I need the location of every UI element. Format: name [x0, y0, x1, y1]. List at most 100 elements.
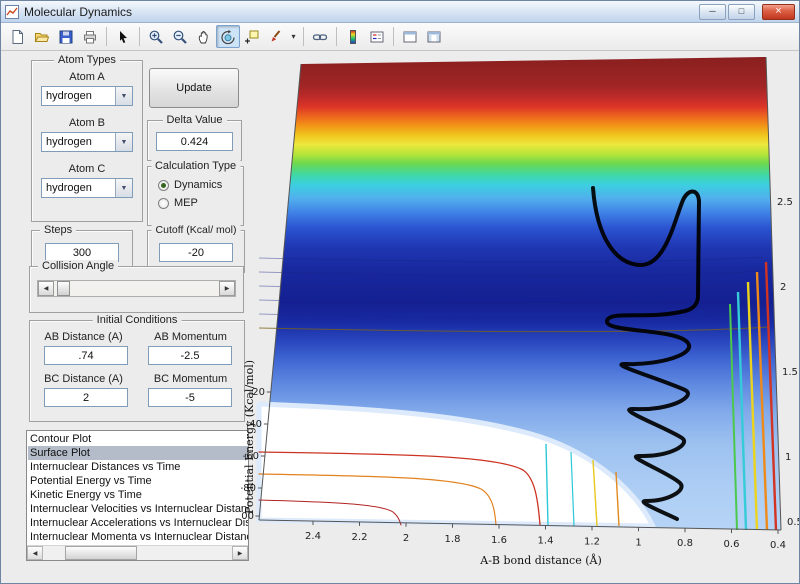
svg-text:0.5: 0.5 — [787, 517, 800, 528]
atom-a-label: Atom A — [32, 71, 142, 83]
ab-distance-label: AB Distance (A) — [30, 331, 137, 343]
svg-text:1: 1 — [635, 538, 641, 549]
insert-legend-icon[interactable] — [365, 25, 389, 48]
radio-mep-label: MEP — [174, 197, 198, 209]
slider-thumb[interactable] — [57, 281, 70, 296]
chevron-down-icon[interactable]: ▼ — [115, 87, 132, 105]
list-item[interactable]: Internuclear Accelerations vs Internucle… — [28, 516, 248, 530]
collision-angle-slider[interactable]: ◀ ▶ — [37, 280, 236, 297]
list-item[interactable]: Internuclear Momenta vs Internuclear Dis… — [28, 530, 248, 544]
chevron-down-icon[interactable]: ▼ — [115, 133, 132, 151]
ab-distance-field[interactable]: .74 — [44, 346, 128, 365]
svg-text:1.4: 1.4 — [538, 536, 554, 547]
bc-distance-label: BC Distance (A) — [30, 373, 137, 385]
delta-value-field[interactable]: 0.424 — [156, 132, 233, 151]
atom-types-title: Atom Types — [54, 54, 120, 66]
toolbar-separator — [303, 27, 304, 46]
atom-c-select[interactable]: hydrogen ▼ — [41, 178, 133, 198]
delta-value-panel: Delta Value 0.424 — [147, 120, 242, 161]
rotate-3d-icon[interactable] — [216, 25, 240, 48]
svg-text:0.6: 0.6 — [724, 539, 740, 550]
svg-text:2.4: 2.4 — [305, 531, 321, 542]
list-item[interactable]: Potential Energy vs Time — [28, 474, 248, 488]
hide-plot-tools-icon[interactable] — [398, 25, 422, 48]
svg-text:1.6: 1.6 — [491, 535, 507, 546]
zoom-out-icon[interactable] — [168, 25, 192, 48]
titlebar[interactable]: Molecular Dynamics ─ □ × — [1, 1, 799, 23]
list-item[interactable]: Internuclear Distances vs Time — [28, 460, 248, 474]
cutoff-title: Cutoff (Kcal/ mol) — [152, 224, 241, 236]
list-item[interactable]: Contour Plot — [28, 432, 248, 446]
atom-b-select[interactable]: hydrogen ▼ — [41, 132, 133, 152]
svg-text:0.8: 0.8 — [677, 538, 693, 549]
radio-dot-off[interactable] — [158, 198, 169, 209]
atom-c-label: Atom C — [32, 163, 142, 175]
plot-type-listbox[interactable]: Contour Plot Surface Plot Internuclear D… — [26, 430, 249, 561]
maximize-button[interactable]: □ — [728, 4, 755, 20]
horizontal-scrollbar[interactable]: ◀ ▶ — [27, 545, 248, 560]
edit-plot-icon[interactable] — [111, 25, 135, 48]
bc-momentum-label: BC Momentum — [137, 373, 244, 385]
x-axis-label: A-B bond distance (Å) — [479, 553, 602, 567]
scrollbar-thumb[interactable] — [65, 546, 137, 560]
plot-canvas[interactable]: 2.4 2.2 2 1.8 1.6 1.4 1.2 1 0.8 0.6 0.4 — [241, 52, 800, 584]
figure-toolbar: ▾ — [1, 23, 799, 51]
show-plot-tools-icon[interactable] — [422, 25, 446, 48]
brush-data-icon[interactable] — [264, 25, 288, 48]
initial-conditions-panel: Initial Conditions AB Distance (A) AB Mo… — [29, 320, 245, 422]
svg-text:2: 2 — [780, 282, 786, 293]
radio-mep[interactable]: MEP — [158, 197, 243, 209]
svg-text:1.5: 1.5 — [782, 367, 798, 378]
list-item[interactable]: Internuclear Velocities vs Internuclear … — [28, 502, 248, 516]
figure-content: Atom Types Atom A hydrogen ▼ Atom B hydr… — [1, 52, 799, 583]
open-file-icon[interactable] — [30, 25, 54, 48]
radio-dynamics-label: Dynamics — [174, 179, 222, 191]
slider-left-arrow-icon[interactable]: ◀ — [38, 281, 54, 296]
atom-a-select[interactable]: hydrogen ▼ — [41, 86, 133, 106]
brush-dropdown-icon[interactable]: ▾ — [288, 25, 299, 48]
ab-momentum-field[interactable]: -2.5 — [148, 346, 232, 365]
svg-text:2.5: 2.5 — [777, 197, 793, 208]
delta-value-title: Delta Value — [162, 114, 226, 126]
bc-momentum-field[interactable]: -5 — [148, 388, 232, 407]
svg-text:2.2: 2.2 — [352, 532, 368, 543]
slider-right-arrow-icon[interactable]: ▶ — [219, 281, 235, 296]
window-title: Molecular Dynamics — [24, 5, 132, 19]
svg-text:0.4: 0.4 — [770, 540, 786, 551]
list-item-selected[interactable]: Surface Plot — [28, 446, 248, 460]
save-figure-icon[interactable] — [54, 25, 78, 48]
insert-colorbar-icon[interactable] — [341, 25, 365, 48]
calculation-type-title: Calculation Type — [151, 160, 240, 172]
z-axis-label: Potential Energy (Kcal/mol) — [243, 360, 256, 514]
collision-angle-title: Collision Angle — [38, 260, 118, 272]
svg-text:1.8: 1.8 — [445, 534, 461, 545]
link-plot-icon[interactable] — [308, 25, 332, 48]
ab-momentum-label: AB Momentum — [137, 331, 244, 343]
svg-text:1: 1 — [785, 452, 791, 463]
radio-dynamics[interactable]: Dynamics — [158, 179, 243, 191]
toolbar-separator — [106, 27, 107, 46]
initial-conditions-title: Initial Conditions — [93, 314, 182, 326]
app-icon — [5, 5, 19, 19]
scrollbar-track[interactable] — [137, 546, 232, 560]
zoom-in-icon[interactable] — [144, 25, 168, 48]
radio-dot-on[interactable] — [158, 180, 169, 191]
cutoff-field[interactable]: -20 — [159, 243, 233, 262]
chevron-down-icon[interactable]: ▼ — [115, 179, 132, 197]
pan-icon[interactable] — [192, 25, 216, 48]
update-button[interactable]: Update — [149, 68, 239, 108]
close-button[interactable]: × — [762, 4, 795, 20]
toolbar-separator — [336, 27, 337, 46]
print-figure-icon[interactable] — [78, 25, 102, 48]
atom-b-label: Atom B — [32, 117, 142, 129]
calculation-type-panel: Calculation Type Dynamics MEP — [147, 166, 244, 226]
data-cursor-icon[interactable] — [240, 25, 264, 48]
new-figure-icon[interactable] — [6, 25, 30, 48]
depth-tick-labels: 2.5 2 1.5 1 0.5 — [777, 197, 800, 528]
scroll-left-arrow-icon[interactable]: ◀ — [27, 546, 43, 560]
svg-text:1.2: 1.2 — [584, 537, 600, 548]
x-tick-labels: 2.4 2.2 2 1.8 1.6 1.4 1.2 1 0.8 0.6 0.4 — [305, 531, 786, 551]
minimize-button[interactable]: ─ — [699, 4, 726, 20]
bc-distance-field[interactable]: 2 — [44, 388, 128, 407]
list-item[interactable]: Kinetic Energy vs Time — [28, 488, 248, 502]
